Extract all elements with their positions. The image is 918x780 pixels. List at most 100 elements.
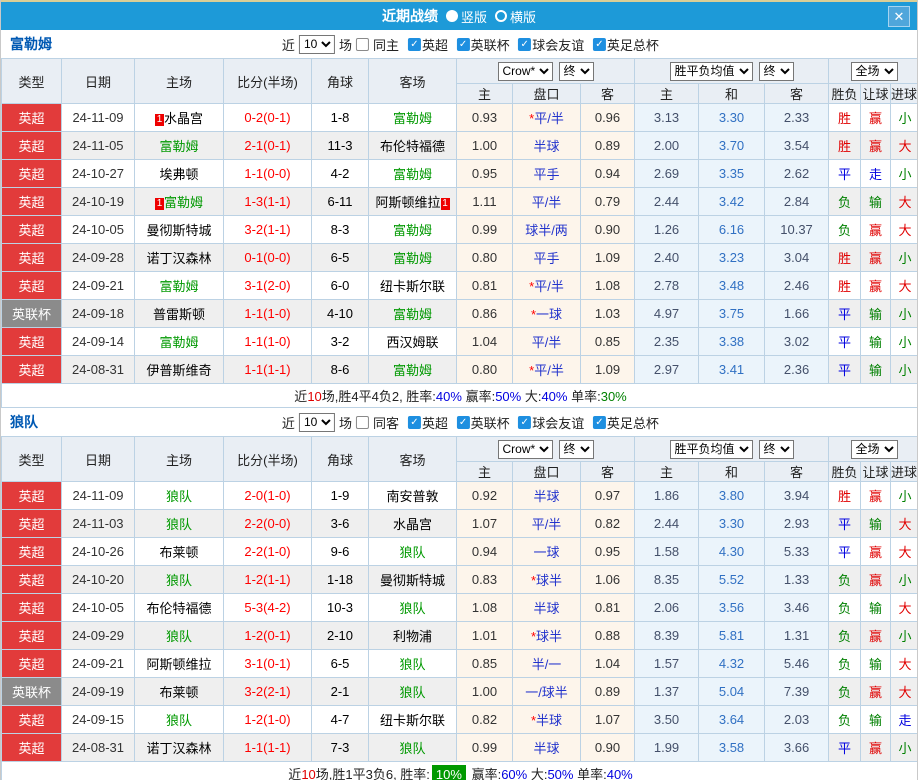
radio-horizontal-label[interactable]: 横版 (510, 7, 536, 26)
odds-away-cell: 0.88 (579, 621, 636, 650)
same-home-label[interactable]: 同主 (373, 35, 399, 54)
match-count-select[interactable]: 10 (298, 412, 335, 432)
avg-win-cell: 2.44 (634, 509, 700, 538)
handicap-cell: *平/半 (512, 271, 581, 300)
header-home: 主场 (134, 436, 224, 482)
match-row: 英超 24-11-03 狼队 2-2(0-0) 3-6 水晶宫 1.07 平/半… (1, 509, 917, 538)
home-team-name: 狼队 (165, 573, 192, 588)
result-cell: 胜 (828, 481, 862, 510)
handicap-result-cell: 输 (860, 705, 892, 734)
header-score: 比分(半场) (223, 58, 312, 104)
handicap-result-cell: 走 (860, 159, 892, 188)
goals-result-cell: 小 (890, 243, 917, 272)
stat-segment: 10 (307, 389, 322, 404)
handicap-value: 平手 (533, 251, 560, 266)
handicap-value: 一球 (536, 307, 563, 322)
odds-time-select[interactable]: 终 (558, 439, 594, 459)
date-cell: 24-11-09 (61, 481, 135, 510)
matches-label: 场 (338, 415, 352, 431)
league-filter-label[interactable]: 英超 (422, 413, 448, 432)
league-filter-label[interactable]: 英联杯 (471, 413, 510, 432)
result-cell: 胜 (828, 131, 862, 160)
radio-vertical-label[interactable]: 竖版 (461, 7, 487, 26)
away-team-name: 富勒姆 (392, 111, 432, 126)
checkbox-checked-icon[interactable] (456, 415, 470, 429)
league-filter-label[interactable]: 英足总杯 (607, 413, 659, 432)
score-cell: 1-3(1-1) (223, 187, 312, 216)
checkbox-checked-icon[interactable] (592, 37, 606, 51)
odds-time-select[interactable]: 终 (558, 61, 594, 81)
match-count-select[interactable]: 10 (298, 34, 335, 54)
result-cell: 平 (828, 327, 862, 356)
score-cell: 2-2(1-0) (223, 537, 312, 566)
away-team-cell: 利物浦 (368, 621, 457, 650)
away-team-cell: 布伦特福德 (368, 131, 457, 160)
league-filter-label[interactable]: 球会友谊 (532, 413, 584, 432)
league-filter-label[interactable]: 英联杯 (471, 35, 510, 54)
date-cell: 24-10-05 (61, 215, 135, 244)
handicap-value: 平手 (533, 167, 560, 182)
date-cell: 24-10-05 (61, 593, 135, 622)
stat-segment: 场,胜4平4负2, 胜率: (321, 389, 436, 404)
handicap-result-cell: 输 (860, 327, 892, 356)
league-filter-label[interactable]: 英超 (422, 35, 448, 54)
bookmaker-select[interactable]: Crow* (497, 61, 553, 81)
same-away-checkbox[interactable] (355, 415, 369, 429)
avg-win-cell: 2.78 (634, 271, 700, 300)
checkbox-checked-icon[interactable] (407, 415, 421, 429)
home-team-name: 诺丁汉森林 (146, 741, 212, 756)
goals-result-cell: 小 (890, 481, 917, 510)
scope-select[interactable]: 全场 (850, 61, 898, 81)
score-cell: 2-1(0-1) (223, 131, 312, 160)
same-home-checkbox[interactable] (355, 37, 369, 51)
avg-draw-cell: 3.75 (698, 299, 766, 328)
handicap-result-cell: 输 (860, 355, 892, 384)
checkbox-checked-icon[interactable] (518, 37, 532, 51)
checkbox-checked-icon[interactable] (518, 415, 532, 429)
handicap-result-cell: 输 (860, 649, 892, 678)
home-team-cell: 曼彻斯特城 (134, 215, 224, 244)
home-team-cell: 狼队 (134, 705, 224, 734)
avg-lose-cell: 2.93 (764, 509, 830, 538)
avg-lose-cell: 1.31 (764, 621, 830, 650)
league-cell: 英超 (1, 733, 62, 762)
avg-draw-cell: 5.52 (698, 565, 766, 594)
avg-win-cell: 4.97 (634, 299, 700, 328)
stat-segment: 场,胜1平3负6, 胜率: (315, 767, 430, 780)
away-team-cell: 富勒姆 (368, 103, 457, 132)
league-badge: 英超 (2, 510, 61, 537)
avg-odds-select[interactable]: 胜平负均值 (669, 61, 753, 81)
date-cell: 24-11-03 (61, 509, 135, 538)
odds-home-cell: 0.99 (456, 215, 513, 244)
avg-time-select[interactable]: 终 (758, 439, 794, 459)
league-badge: 英联杯 (2, 300, 61, 327)
avg-lose-cell: 2.46 (764, 271, 830, 300)
corners-cell: 8-6 (311, 355, 369, 384)
avg-time-select[interactable]: 终 (758, 61, 794, 81)
scope-select[interactable]: 全场 (850, 439, 898, 459)
checkbox-checked-icon[interactable] (407, 37, 421, 51)
subheader-avg-draw: 和 (698, 461, 766, 482)
stat-segment: 60% (501, 767, 528, 780)
result-cell: 负 (828, 565, 862, 594)
away-team-name: 富勒姆 (392, 307, 432, 322)
radio-vertical-icon[interactable] (445, 10, 458, 22)
result-cell: 负 (828, 215, 862, 244)
radio-horizontal-icon[interactable] (495, 10, 507, 22)
avg-odds-select[interactable]: 胜平负均值 (669, 439, 753, 459)
avg-win-cell: 1.99 (634, 733, 700, 762)
league-filter-label[interactable]: 球会友谊 (532, 35, 584, 54)
home-team-cell: 狼队 (134, 481, 224, 510)
league-filter-label[interactable]: 英足总杯 (607, 35, 659, 54)
date-cell: 24-11-09 (61, 103, 135, 132)
bookmaker-select[interactable]: Crow* (497, 439, 553, 459)
close-icon[interactable]: ✕ (888, 6, 910, 27)
checkbox-checked-icon[interactable] (592, 415, 606, 429)
date-cell: 24-09-29 (61, 621, 135, 650)
league-cell: 英超 (1, 565, 62, 594)
match-row: 英超 24-09-28 诺丁汉森林 0-1(0-0) 6-5 富勒姆 0.80 … (1, 243, 917, 272)
checkbox-checked-icon[interactable] (456, 37, 470, 51)
avg-lose-cell: 3.94 (764, 481, 830, 510)
home-team-name: 诺丁汉森林 (146, 251, 212, 266)
same-away-label[interactable]: 同客 (373, 413, 399, 432)
